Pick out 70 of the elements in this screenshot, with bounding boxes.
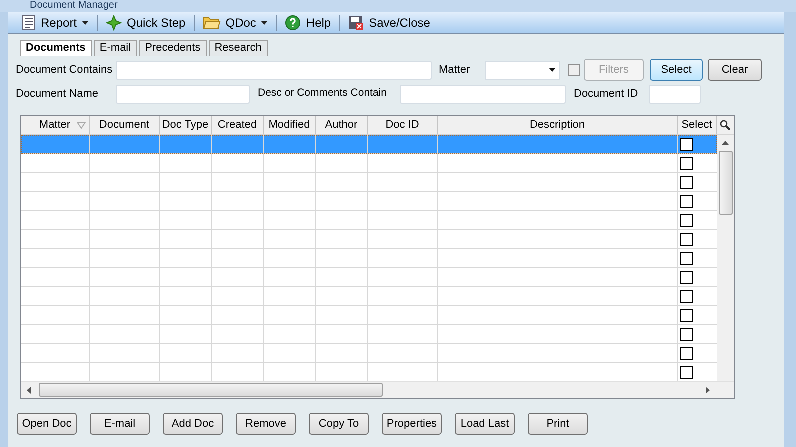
column-header[interactable]: Matter: [21, 116, 90, 134]
action-button[interactable]: Open Doc: [17, 413, 77, 435]
dropdown-field[interactable]: [485, 60, 560, 80]
filter-icon: [77, 122, 86, 128]
caret-icon: [82, 20, 90, 24]
checkbox[interactable]: [680, 156, 693, 170]
folder-icon: [202, 16, 221, 30]
column-header[interactable]: Description: [438, 116, 678, 134]
checkbox[interactable]: [680, 176, 693, 188]
column-header[interactable]: Modified: [264, 116, 316, 134]
column-header[interactable]: Doc ID: [368, 116, 438, 134]
action-button[interactable]: Add Doc: [163, 413, 223, 435]
toolbar-button[interactable]: QDoc: [200, 14, 270, 32]
tab[interactable]: E-mail: [94, 40, 138, 56]
input-field[interactable]: [116, 60, 432, 80]
action-button[interactable]: Copy To: [309, 413, 369, 435]
checkbox[interactable]: [680, 308, 693, 322]
horizontal-scrollbar[interactable]: [21, 381, 734, 398]
save-close-icon: [348, 14, 364, 30]
tab[interactable]: Documents: [20, 40, 92, 56]
field-label: Matter: [439, 62, 472, 78]
action-button[interactable]: E-mail: [90, 413, 150, 435]
caret-icon: [261, 20, 268, 24]
field-label: Document ID: [574, 86, 640, 102]
checkbox[interactable]: [680, 366, 693, 378]
scrollbar-thumb[interactable]: [39, 383, 383, 397]
help-icon: [285, 14, 302, 30]
column-header[interactable]: Select: [678, 116, 717, 134]
input-field[interactable]: [649, 84, 701, 104]
action-button[interactable]: Remove: [236, 413, 296, 435]
checkbox[interactable]: [680, 270, 693, 284]
checkbox[interactable]: [680, 252, 693, 264]
report-icon: [22, 14, 36, 30]
action-button[interactable]: Print: [528, 413, 588, 435]
tab[interactable]: Precedents: [139, 40, 207, 56]
column-header[interactable]: Author: [316, 116, 368, 134]
field-label: Document Name: [16, 86, 100, 102]
tab[interactable]: Research: [208, 40, 268, 56]
checkbox[interactable]: [680, 194, 693, 208]
column-header[interactable]: Created: [212, 116, 264, 134]
checkbox[interactable]: [680, 138, 693, 150]
scroll-up-icon[interactable]: [722, 141, 730, 145]
checkbox[interactable]: [680, 328, 693, 340]
field-label: Desc or Comments Contain: [258, 86, 388, 102]
scroll-right-icon[interactable]: [706, 386, 710, 394]
input-field[interactable]: [400, 84, 566, 104]
toolbar-button[interactable]: Save/Close: [346, 14, 432, 32]
window-title: Document Manager: [30, 1, 118, 11]
checkbox[interactable]: [680, 346, 693, 360]
action-button[interactable]: Properties: [382, 413, 442, 435]
toolbar-button[interactable]: Help: [283, 14, 334, 32]
checkbox[interactable]: [680, 290, 693, 302]
field-label: Document Contains: [16, 62, 114, 78]
checkbox[interactable]: [680, 214, 693, 226]
scroll-left-icon[interactable]: [27, 386, 31, 394]
caret-icon: [549, 68, 556, 72]
checkbox[interactable]: [568, 64, 580, 76]
scrollbar-thumb[interactable]: [718, 151, 733, 215]
clear-button[interactable]: Clear: [708, 59, 762, 81]
action-button[interactable]: Load Last: [455, 413, 515, 435]
checkbox[interactable]: [680, 232, 693, 246]
toolbar-button[interactable]: Report: [20, 14, 92, 32]
column-header[interactable]: Doc Type: [160, 116, 212, 134]
select-button[interactable]: Select: [650, 59, 703, 81]
input-field[interactable]: [116, 84, 250, 104]
column-header[interactable]: Document: [90, 116, 160, 134]
vertical-scrollbar[interactable]: [717, 135, 734, 381]
toolbar-button[interactable]: Quick Step: [104, 14, 188, 32]
sparkle-icon: [106, 14, 122, 30]
search-icon[interactable]: [720, 120, 731, 130]
